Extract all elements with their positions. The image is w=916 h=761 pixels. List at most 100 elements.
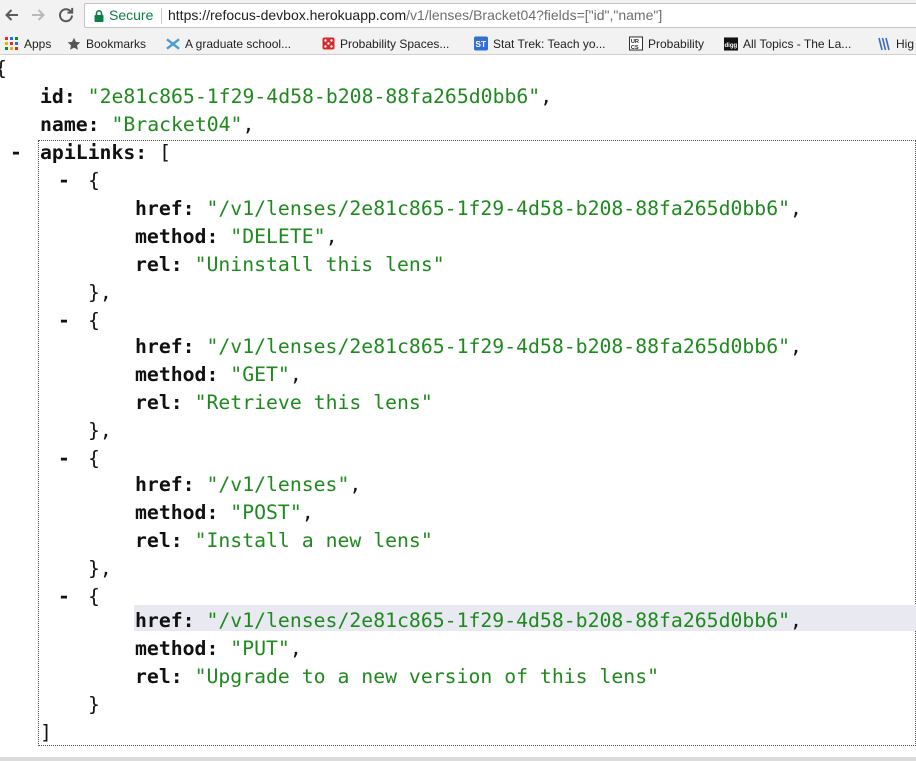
- rel-key: rel:: [135, 391, 183, 414]
- apps-grid-icon: [5, 36, 19, 51]
- href-value: "/v1/lenses/2e81c865-1f29-4d58-b208-88fa…: [206, 197, 791, 220]
- unc-logo-icon: [166, 37, 180, 51]
- bookmark-all-topics[interactable]: digg All Topics - The La...: [724, 35, 851, 52]
- omnibox-divider: [161, 8, 162, 24]
- lock-icon: [94, 10, 104, 22]
- href-key: href:: [135, 609, 195, 632]
- bookmark-stat-trek[interactable]: ST Stat Trek: Teach yo...: [474, 35, 606, 52]
- bookmark-probability[interactable]: UR CS Probability: [629, 35, 704, 52]
- rel-value: "Uninstall this lens": [194, 253, 445, 276]
- secure-label: Secure: [109, 7, 154, 23]
- svg-text:UR: UR: [631, 39, 639, 45]
- rel-key: rel:: [135, 253, 183, 276]
- href-value: "/v1/lenses/2e81c865-1f29-4d58-b208-88fa…: [206, 335, 791, 358]
- browser-toolbar: Secure https://refocus-devbox.herokuapp.…: [0, 0, 916, 32]
- bookmark-label: Hig: [896, 36, 915, 51]
- method-value: "DELETE": [230, 225, 326, 248]
- method-line: method: "GET",: [135, 363, 302, 386]
- method-value: "GET": [230, 363, 290, 386]
- method-key: method:: [135, 637, 219, 660]
- bookmark-hig[interactable]: Hig: [877, 35, 914, 52]
- url-host: https://refocus-devbox.herokuapp.com: [168, 7, 407, 23]
- page-bottom-edge: [0, 757, 916, 761]
- collapse-item-toggle[interactable]: -: [58, 307, 70, 335]
- bookmark-favicon-icon: [877, 37, 891, 51]
- bookmark-apps[interactable]: Apps: [5, 35, 51, 52]
- collapse-item-toggle[interactable]: -: [58, 445, 70, 473]
- item-close-brace: },: [88, 419, 112, 442]
- href-key: href:: [135, 197, 195, 220]
- item-close-brace: }: [88, 693, 100, 716]
- rel-value: "Retrieve this lens": [194, 391, 433, 414]
- bookmark-label: Probability Spaces...: [340, 36, 450, 51]
- bookmark-label: Apps: [24, 36, 52, 51]
- back-button[interactable]: [1, 4, 23, 26]
- address-bar[interactable]: Secure https://refocus-devbox.herokuapp.…: [84, 3, 916, 28]
- urcs-icon: UR CS: [629, 36, 643, 51]
- reload-icon: [59, 7, 74, 23]
- svg-text:digg: digg: [724, 42, 737, 48]
- id-value: "2e81c865-1f29-4d58-b208-88fa265d0bb6": [87, 85, 541, 108]
- digg-icon: digg: [724, 36, 738, 51]
- method-line: method: "DELETE",: [135, 225, 338, 248]
- dice-icon: [321, 37, 335, 51]
- bookmark-label: Probability: [648, 36, 705, 51]
- id-key: id:: [40, 85, 76, 108]
- rel-value: "Upgrade to a new version of this lens": [194, 665, 660, 688]
- api-links-line: apiLinks: [: [40, 139, 171, 167]
- href-line: href: "/v1/lenses/2e81c865-1f29-4d58-b20…: [135, 197, 802, 220]
- rel-line: rel: "Retrieve this lens": [135, 389, 433, 417]
- rel-line: rel: "Install a new lens": [135, 527, 433, 555]
- bookmark-probability-spaces[interactable]: Probability Spaces...: [321, 35, 449, 52]
- collapse-api-links-toggle[interactable]: -: [10, 139, 22, 167]
- bookmark-label: All Topics - The La...: [743, 36, 852, 51]
- forward-arrow-icon: [32, 9, 45, 21]
- id-line: id: "2e81c865-1f29-4d58-b208-88fa265d0bb…: [40, 85, 553, 108]
- href-key: href:: [135, 473, 195, 496]
- rel-value: "Install a new lens": [194, 529, 433, 552]
- method-key: method:: [135, 225, 219, 248]
- bookmark-label: Stat Trek: Teach yo...: [493, 36, 606, 51]
- forward-button[interactable]: [27, 4, 49, 26]
- rel-key: rel:: [135, 665, 183, 688]
- method-key: method:: [135, 363, 219, 386]
- href-line: href: "/v1/lenses/2e81c865-1f29-4d58-b20…: [135, 335, 802, 358]
- method-key: method:: [135, 501, 219, 524]
- item-close-brace: },: [88, 281, 112, 304]
- bookmarks-bar: Apps Bookmarks A graduate school... Prob…: [0, 32, 916, 55]
- item-open-brace: {: [88, 309, 100, 332]
- href-line: href: "/v1/lenses/2e81c865-1f29-4d58-b20…: [135, 609, 802, 632]
- href-value: "/v1/lenses": [206, 473, 350, 496]
- method-value: "POST": [230, 501, 302, 524]
- rel-key: rel:: [135, 529, 183, 552]
- href-key: href:: [135, 335, 195, 358]
- item-open-brace: {: [88, 447, 100, 470]
- api-links-close-bracket: ]: [40, 721, 52, 744]
- url-path: /v1/lenses/Bracket04?fields=["id","name"…: [406, 7, 663, 23]
- stattrek-icon: ST: [474, 36, 488, 51]
- collapse-item-toggle[interactable]: -: [58, 167, 70, 195]
- item-close-brace: },: [88, 557, 112, 580]
- back-arrow-icon: [5, 9, 18, 21]
- rel-line: rel: "Uninstall this lens": [135, 251, 445, 279]
- bookmark-bookmarks[interactable]: Bookmarks: [67, 35, 146, 52]
- name-key: name:: [40, 113, 100, 136]
- collapse-item-toggle[interactable]: -: [58, 583, 70, 611]
- bookmark-graduate-school[interactable]: A graduate school...: [166, 35, 291, 52]
- svg-text:ST: ST: [475, 39, 487, 49]
- method-line: method: "PUT",: [135, 637, 302, 660]
- name-line: name: "Bracket04",: [40, 113, 255, 136]
- method-line: method: "POST",: [135, 501, 314, 524]
- href-value: "/v1/lenses/2e81c865-1f29-4d58-b208-88fa…: [206, 609, 791, 632]
- method-value: "PUT": [230, 637, 290, 660]
- api-links-key: apiLinks:: [40, 141, 148, 164]
- root-open-brace: {: [0, 55, 7, 83]
- bookmark-label: Bookmarks: [86, 36, 147, 51]
- json-viewer: { id: "2e81c865-1f29-4d58-b208-88fa265d0…: [0, 55, 916, 761]
- rel-line: rel: "Upgrade to a new version of this l…: [135, 663, 659, 691]
- url-text[interactable]: https://refocus-devbox.herokuapp.com/v1/…: [168, 7, 662, 23]
- bookmark-label: A graduate school...: [185, 36, 292, 51]
- reload-button[interactable]: [55, 4, 77, 26]
- api-links-open-bracket: [: [159, 141, 172, 164]
- name-value: "Bracket04": [111, 113, 243, 136]
